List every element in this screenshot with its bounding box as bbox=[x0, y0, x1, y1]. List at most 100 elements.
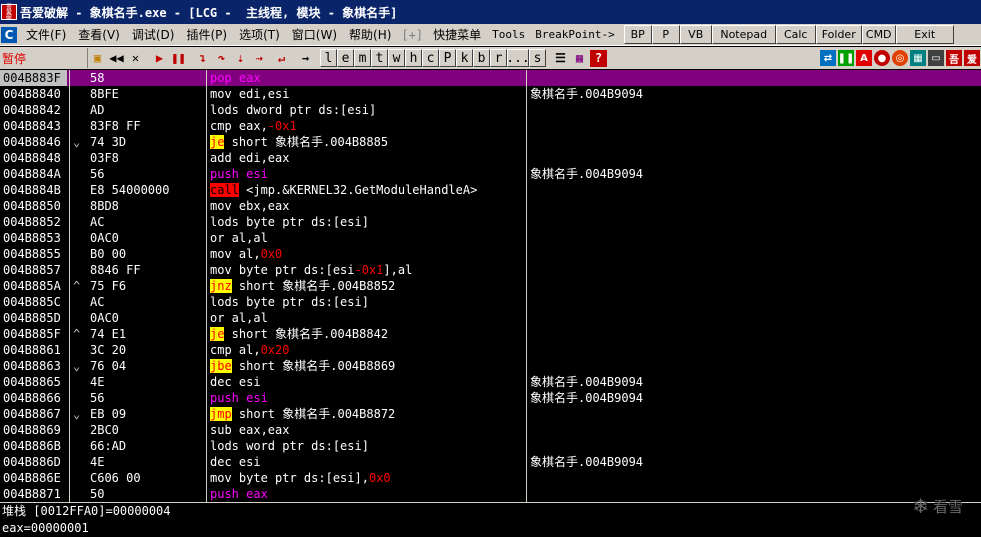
disasm-row[interactable]: 004B886B 66:AD lods word ptr ds:[esi] bbox=[0, 438, 981, 454]
references-window-button[interactable]: r bbox=[490, 49, 507, 67]
menu-window[interactable]: 窗口(W) bbox=[286, 26, 343, 43]
menu-help[interactable]: 帮助(H) bbox=[343, 26, 397, 43]
appearance-icon[interactable]: ▦ bbox=[571, 50, 588, 67]
restart-icon[interactable]: ◀◀ bbox=[108, 50, 125, 67]
a-icon[interactable]: A bbox=[856, 50, 872, 66]
step-into-icon[interactable]: ↴ bbox=[194, 50, 211, 67]
threads-window-button[interactable]: t bbox=[371, 49, 388, 67]
vb-button[interactable]: VB bbox=[679, 25, 712, 44]
target-icon[interactable]: ◎ bbox=[892, 50, 908, 66]
disasm-row[interactable]: 004B884B E8 54000000 call <jmp.&KERNEL32.G… bbox=[0, 182, 981, 198]
instruction-cell: or al,al bbox=[210, 230, 268, 246]
ai-icon[interactable]: 爱 bbox=[964, 50, 980, 66]
disasm-row[interactable]: 004B8853 0AC0 or al,al bbox=[0, 230, 981, 246]
menu-quick[interactable]: 快捷菜单 bbox=[427, 26, 487, 43]
comment-cell: 象棋名手.004B9094 bbox=[530, 391, 644, 405]
handles-window-button[interactable]: h bbox=[405, 49, 422, 67]
disassembly-pane[interactable]: 004B883F 58 pop eax 004B8840 8BFE mov edi,esi… bbox=[0, 70, 981, 502]
disasm-row[interactable]: 004B8843 83F8 FF cmp eax,-0x1 bbox=[0, 118, 981, 134]
disasm-row[interactable]: 004B885F ^ 74 E1 je short 象棋名手.004B8842 bbox=[0, 326, 981, 342]
p-button[interactable]: P bbox=[651, 25, 680, 44]
menu-file[interactable]: 文件(F) bbox=[20, 26, 72, 43]
address-cell: 004B8842 bbox=[3, 103, 61, 117]
wu-icon[interactable]: 吾 bbox=[946, 50, 962, 66]
instruction-text: mov edi,esi bbox=[210, 87, 290, 101]
run-trace-button[interactable]: ... bbox=[506, 49, 530, 67]
operand-number: 0x0 bbox=[368, 471, 391, 485]
bp-button[interactable]: BP bbox=[623, 25, 652, 44]
breakpoints-window-button[interactable]: b bbox=[473, 49, 490, 67]
modules-window-button[interactable]: e bbox=[337, 49, 354, 67]
disasm-row[interactable]: 004B8840 8BFE mov edi,esi 象棋名手.004B9094 bbox=[0, 86, 981, 102]
disasm-row[interactable]: 004B8842 AD lods dword ptr ds:[esi] bbox=[0, 102, 981, 118]
folder-button[interactable]: Folder bbox=[815, 25, 862, 44]
operand-number: 0x0 bbox=[260, 247, 283, 261]
disasm-row[interactable]: 004B8857 8846 FF mov byte ptr ds:[esi-0x1]… bbox=[0, 262, 981, 278]
notepad-button[interactable]: Notepad bbox=[711, 25, 776, 44]
disasm-row[interactable]: 004B883F 58 pop eax bbox=[0, 70, 981, 86]
list-icon[interactable]: ☰ bbox=[552, 50, 569, 67]
disasm-row[interactable]: 004B8850 8BD8 mov ebx,eax bbox=[0, 198, 981, 214]
open-icon[interactable]: ▣ bbox=[89, 50, 106, 67]
record-icon[interactable]: ● bbox=[874, 50, 890, 66]
cpu-window-icon[interactable]: C bbox=[1, 26, 17, 43]
calc-button[interactable]: Calc bbox=[775, 25, 816, 44]
trace-into-icon[interactable]: ⇣ bbox=[232, 50, 249, 67]
menu-view[interactable]: 查看(V) bbox=[72, 26, 126, 43]
menu-plugins[interactable]: 插件(P) bbox=[180, 26, 233, 43]
pause-green-icon[interactable]: ❚❚ bbox=[838, 50, 854, 66]
exit-button[interactable]: Exit bbox=[895, 25, 954, 44]
trace-over-icon[interactable]: ⇢ bbox=[251, 50, 268, 67]
window-icon[interactable]: ▭ bbox=[928, 50, 944, 66]
disasm-row[interactable]: 004B8863 ⌄ 76 04 jbe short 象棋名手.004B8869 bbox=[0, 358, 981, 374]
column-divider[interactable] bbox=[526, 70, 527, 502]
disasm-row[interactable]: 004B8867 ⌄ EB 09 jmp short 象棋名手.004B8872 bbox=[0, 406, 981, 422]
source-window-button[interactable]: s bbox=[529, 49, 546, 67]
disasm-row[interactable]: 004B885C AC lods byte ptr ds:[esi] bbox=[0, 294, 981, 310]
close-icon[interactable]: ✕ bbox=[127, 50, 144, 67]
pause-icon[interactable]: ❚❚ bbox=[170, 50, 187, 67]
windows-window-button[interactable]: w bbox=[388, 49, 405, 67]
column-divider[interactable] bbox=[206, 70, 207, 502]
disasm-row[interactable]: 004B8871 50 push eax bbox=[0, 486, 981, 502]
call-stack-button[interactable]: k bbox=[456, 49, 473, 67]
logo-glyph: 破 bbox=[5, 13, 12, 21]
jump-arrow-icon: ⌄ bbox=[73, 407, 81, 421]
command-line[interactable]: eax=00000001 bbox=[0, 519, 981, 537]
refresh-icon[interactable]: ⇄ bbox=[820, 50, 836, 66]
menu-breakpoint[interactable]: BreakPoint-> bbox=[530, 28, 619, 41]
disasm-row[interactable]: 004B884A 56 push esi 象棋名手.004B9094 bbox=[0, 166, 981, 182]
column-divider[interactable] bbox=[69, 70, 70, 502]
step-over-icon[interactable]: ↷ bbox=[213, 50, 230, 67]
disasm-row[interactable]: 004B885A ^ 75 F6 jnz short 象棋名手.004B8852 bbox=[0, 278, 981, 294]
disasm-row[interactable]: 004B8861 3C 20 cmp al,0x20 bbox=[0, 342, 981, 358]
disasm-row[interactable]: 004B8848 03F8 add edi,eax bbox=[0, 150, 981, 166]
disasm-row[interactable]: 004B8855 B0 00 mov al,0x0 bbox=[0, 246, 981, 262]
disasm-row[interactable]: 004B886D 4E dec esi 象棋名手.004B9094 bbox=[0, 454, 981, 470]
instruction-text: <jmp.&KERNEL32.GetModuleHandleA> bbox=[238, 183, 478, 197]
cpu-window-button[interactable]: c bbox=[422, 49, 439, 67]
disasm-row[interactable]: 004B8865 4E dec esi 象棋名手.004B9094 bbox=[0, 374, 981, 390]
grid-icon[interactable]: ▦ bbox=[910, 50, 926, 66]
menu-options[interactable]: 选项(T) bbox=[233, 26, 286, 43]
instruction-text: mov byte ptr ds:[esi], bbox=[210, 471, 369, 485]
instruction-cell: push esi bbox=[210, 390, 268, 406]
jump-arrow-icon: ⌄ bbox=[73, 135, 81, 149]
disasm-row[interactable]: 004B8866 56 push esi 象棋名手.004B9094 bbox=[0, 390, 981, 406]
patches-window-button[interactable]: P bbox=[439, 49, 456, 67]
comment-cell: 象棋名手.004B9094 bbox=[530, 375, 644, 389]
run-icon[interactable]: ▶ bbox=[151, 50, 168, 67]
disasm-row[interactable]: 004B886E C606 00 mov byte ptr ds:[esi],0x0 bbox=[0, 470, 981, 486]
log-window-button[interactable]: l bbox=[320, 49, 337, 67]
disasm-row[interactable]: 004B885D 0AC0 or al,al bbox=[0, 310, 981, 326]
disasm-row[interactable]: 004B8869 2BC0 sub eax,eax bbox=[0, 422, 981, 438]
disasm-row[interactable]: 004B8852 AC lods byte ptr ds:[esi] bbox=[0, 214, 981, 230]
menu-debug[interactable]: 调试(D) bbox=[126, 26, 181, 43]
disasm-row[interactable]: 004B8846 ⌄ 74 3D je short 象棋名手.004B8885 bbox=[0, 134, 981, 150]
help-icon[interactable]: ? bbox=[590, 49, 607, 67]
execute-till-return-icon[interactable]: ↵ bbox=[273, 50, 290, 67]
cmd-button[interactable]: CMD bbox=[861, 25, 896, 44]
menu-tools[interactable]: Tools bbox=[487, 28, 530, 41]
memory-window-button[interactable]: m bbox=[354, 49, 371, 67]
goto-icon[interactable]: → bbox=[297, 50, 314, 67]
